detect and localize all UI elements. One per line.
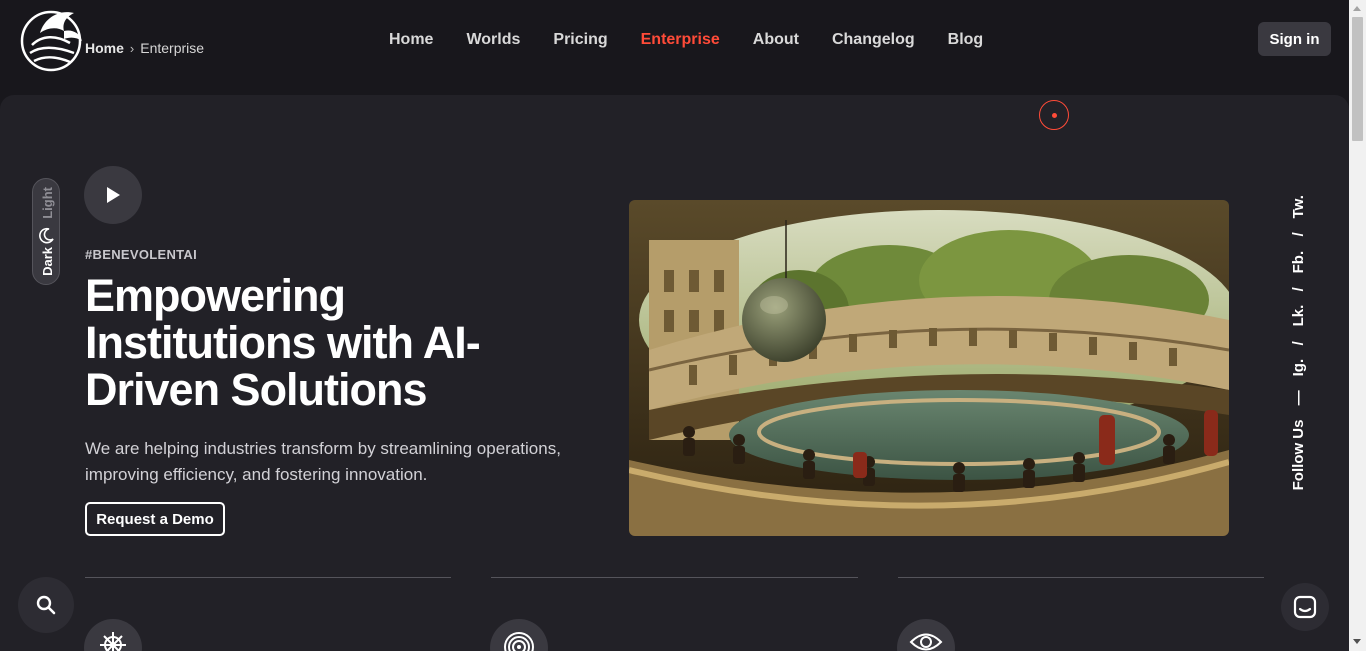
- hero-image: [629, 200, 1229, 536]
- cursor-indicator: [1039, 100, 1069, 130]
- moon-icon: [39, 227, 54, 244]
- nav-about[interactable]: About: [753, 30, 799, 50]
- social-separator: /: [1290, 340, 1307, 346]
- follow-us: Follow Us — Ig. / Lk. / Fb. / Tw.: [1290, 195, 1316, 490]
- feature-divider: [491, 577, 858, 578]
- nav-worlds[interactable]: Worlds: [466, 30, 520, 50]
- ship-wheel-icon: [100, 632, 126, 651]
- social-instagram-link[interactable]: Ig.: [1290, 359, 1307, 377]
- social-facebook-link[interactable]: Fb.: [1290, 251, 1307, 274]
- breadcrumb-home[interactable]: Home: [85, 40, 124, 56]
- follow-label: Follow Us: [1290, 419, 1307, 491]
- amphitheater-illustration: [629, 200, 1229, 536]
- nav-enterprise[interactable]: Enterprise: [641, 30, 720, 50]
- theme-dark-label[interactable]: Dark: [40, 247, 55, 276]
- social-separator: /: [1290, 232, 1307, 237]
- play-icon: [107, 187, 120, 203]
- breadcrumb: Home › Enterprise: [85, 40, 204, 56]
- play-button[interactable]: [84, 166, 142, 224]
- main-nav: Home Worlds Pricing Enterprise About Cha…: [389, 30, 983, 50]
- hero-hashtag: #BENEVOLENTAI: [85, 247, 198, 262]
- chevron-right-icon: ›: [129, 40, 135, 56]
- social-linkedin-link[interactable]: Lk.: [1290, 305, 1307, 327]
- scrollbar-thumb[interactable]: [1352, 17, 1363, 141]
- sign-in-button[interactable]: Sign in: [1258, 22, 1331, 56]
- nav-home[interactable]: Home: [389, 30, 433, 50]
- nav-changelog[interactable]: Changelog: [832, 30, 915, 50]
- feature-divider: [85, 577, 451, 578]
- feature-divider: [898, 577, 1264, 578]
- scroll-up-arrow-icon[interactable]: [1353, 6, 1361, 11]
- logo-icon[interactable]: [18, 5, 84, 73]
- chat-icon: [1293, 595, 1317, 619]
- social-separator: /: [1290, 287, 1307, 292]
- breadcrumb-current: Enterprise: [140, 40, 205, 56]
- social-twitter-link[interactable]: Tw.: [1290, 195, 1307, 218]
- theme-toggle[interactable]: Light Dark: [32, 178, 60, 285]
- nav-pricing[interactable]: Pricing: [553, 30, 607, 50]
- nav-blog[interactable]: Blog: [948, 30, 984, 50]
- page-scrollbar[interactable]: [1349, 0, 1366, 651]
- chat-button[interactable]: [1281, 583, 1329, 631]
- search-icon: [36, 595, 56, 615]
- request-demo-button[interactable]: Request a Demo: [85, 502, 225, 536]
- site-header: Home › Enterprise Home Worlds Pricing En…: [0, 0, 1349, 95]
- scroll-down-arrow-icon[interactable]: [1353, 639, 1361, 644]
- search-button[interactable]: [18, 577, 74, 633]
- target-rings-icon: [504, 632, 534, 651]
- hero-subtext: We are helping industries transform by s…: [85, 439, 561, 484]
- follow-dash: —: [1290, 390, 1307, 406]
- eye-icon: [909, 633, 943, 651]
- theme-light-label[interactable]: Light: [40, 187, 55, 219]
- hero-headline: Empowering Institutions with AI-Driven S…: [85, 270, 481, 415]
